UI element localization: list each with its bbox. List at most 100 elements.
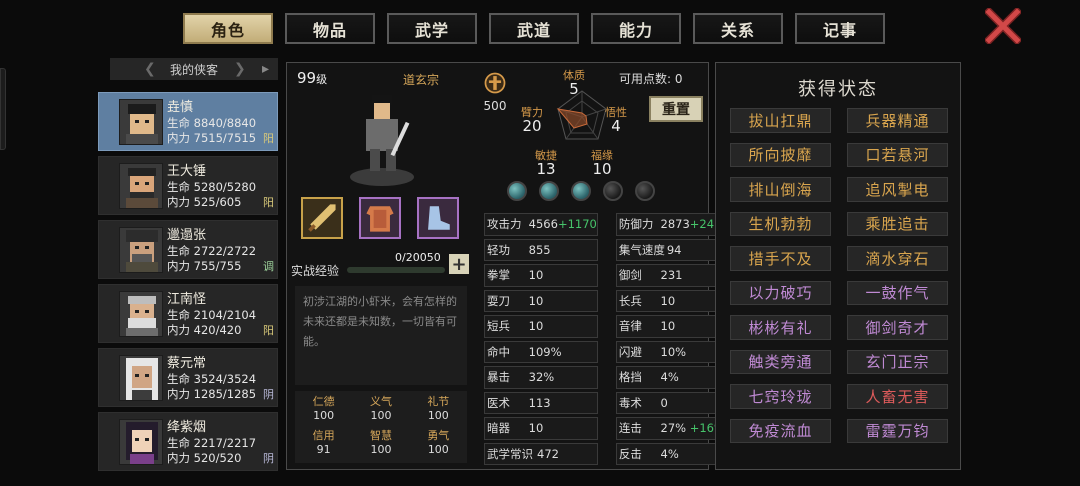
tab-items[interactable]: 物品 bbox=[285, 13, 375, 44]
chevron-right-icon[interactable]: ❯ bbox=[234, 61, 246, 77]
stat-hidden-weapon: 暗器 10 bbox=[484, 417, 598, 440]
status-item[interactable]: 乘胜追击 bbox=[847, 211, 948, 236]
weapon-slot[interactable] bbox=[301, 197, 343, 239]
status-item[interactable]: 玄门正宗 bbox=[847, 349, 948, 374]
status-item[interactable]: 雷霆万钧 bbox=[847, 418, 948, 443]
character-bio: 初涉江湖的小虾米，会有怎样的未来还都是未知数，一切皆有可能。 bbox=[295, 286, 467, 385]
tab-journal[interactable]: 记事 bbox=[795, 13, 885, 44]
hero-mp: 内力 420/420 bbox=[167, 323, 242, 337]
stat-medicine: 医术 113 bbox=[484, 391, 598, 414]
stat-fist: 拳掌 10 bbox=[484, 264, 598, 287]
virtue-item: 仁德 100 bbox=[312, 395, 335, 422]
status-item[interactable]: 御剑奇才 bbox=[847, 315, 948, 340]
status-item[interactable]: 排山倒海 bbox=[730, 177, 831, 202]
chevron-left-icon[interactable]: ❮ bbox=[144, 61, 156, 77]
close-icon[interactable] bbox=[985, 8, 1021, 44]
tab-character[interactable]: 角色 bbox=[183, 13, 273, 44]
orb-filled-icon bbox=[539, 181, 559, 201]
status-grid: 拔山扛鼎 兵器精通 所向披靡 口若悬河 排山倒海 追风掣电 生机勃勃 乘胜追击 … bbox=[730, 108, 948, 443]
exp-label: 实战经验 bbox=[291, 264, 340, 278]
virtue-item: 勇气 100 bbox=[427, 429, 450, 456]
status-item[interactable]: 一鼓作气 bbox=[847, 280, 948, 305]
hero-card[interactable]: 江南怪 生命 2104/2104 内力 420/420 阳 bbox=[98, 284, 278, 343]
hero-tag: 阳 bbox=[263, 196, 274, 209]
hero-portrait bbox=[119, 419, 163, 465]
status-item[interactable]: 拔山扛鼎 bbox=[730, 108, 831, 133]
hero-card[interactable]: 垚慎 生命 8840/8840 内力 7515/7515 阳 bbox=[98, 92, 278, 151]
character-sect: 道玄宗 bbox=[403, 73, 440, 87]
status-item[interactable]: 所向披靡 bbox=[730, 142, 831, 167]
hero-mp: 内力 7515/7515 bbox=[167, 131, 257, 145]
main-tabs: 角色 物品 武学 武道 能力 关系 记事 bbox=[183, 13, 885, 44]
hero-card[interactable]: 邋遢张 生命 2722/2722 内力 755/755 调 bbox=[98, 220, 278, 279]
hero-mp: 内力 520/520 bbox=[167, 451, 242, 465]
hero-hp: 生命 8840/8840 bbox=[167, 116, 257, 130]
fame-icon bbox=[484, 72, 506, 94]
hero-name: 绛紫烟 bbox=[167, 420, 207, 435]
expand-arrow-icon[interactable]: ▸ bbox=[262, 61, 269, 77]
tab-martial-arts[interactable]: 武学 bbox=[387, 13, 477, 44]
radar-attr-agility: 敏捷 13 bbox=[535, 149, 557, 178]
stat-polearm: 长兵 10 bbox=[615, 289, 726, 312]
status-item[interactable]: 以力破巧 bbox=[730, 280, 831, 305]
hero-tag: 阳 bbox=[263, 132, 274, 145]
sword-icon bbox=[308, 204, 336, 232]
status-item[interactable]: 人畜无害 bbox=[847, 384, 948, 409]
orb-empty-icon bbox=[603, 181, 623, 201]
stat-crit: 暴击 32% bbox=[484, 366, 598, 389]
hero-hp: 生命 2104/2104 bbox=[167, 308, 257, 322]
status-title: 获得状态 bbox=[798, 79, 878, 100]
hero-card[interactable]: 绛紫烟 生命 2217/2217 内力 520/520 阴 bbox=[98, 412, 278, 471]
hero-tag: 阴 bbox=[263, 452, 274, 465]
status-item[interactable]: 七窍玲珑 bbox=[730, 384, 831, 409]
orb-filled-icon bbox=[571, 181, 591, 201]
virtue-item: 义气 100 bbox=[369, 395, 392, 422]
tab-martial-way[interactable]: 武道 bbox=[489, 13, 579, 44]
virtue-grid: 仁德 100 义气 100 礼节 100 信用 91 智慧 100 勇气 100 bbox=[295, 391, 467, 463]
tab-relations[interactable]: 关系 bbox=[693, 13, 783, 44]
exp-add-button[interactable]: + bbox=[449, 254, 469, 275]
reset-button[interactable]: 重置 bbox=[649, 96, 703, 122]
hero-name: 垚慎 bbox=[167, 100, 194, 115]
hero-portrait bbox=[119, 355, 163, 401]
boots-icon bbox=[428, 206, 450, 230]
radar-attr-constitution: 体质 5 bbox=[563, 69, 585, 98]
hero-portrait bbox=[119, 291, 163, 337]
stat-dodge: 闪避 10% bbox=[615, 340, 726, 363]
stat-grid: 攻击力 4566 +1170 防御力 2873 +241 轻功 855 集气速度 94… bbox=[484, 213, 726, 465]
hero-mp: 内力 1285/1285 bbox=[167, 387, 257, 401]
armor-slot[interactable] bbox=[359, 197, 401, 239]
accessory-slot[interactable] bbox=[417, 197, 459, 239]
tab-abilities[interactable]: 能力 bbox=[591, 13, 681, 44]
status-item[interactable]: 彬彬有礼 bbox=[730, 315, 831, 340]
stat-music: 音律 10 bbox=[615, 315, 726, 338]
hero-tag: 调 bbox=[263, 260, 274, 273]
hero-name: 江南怪 bbox=[167, 292, 207, 307]
hero-hp: 生命 2722/2722 bbox=[167, 244, 257, 258]
character-figure bbox=[350, 95, 414, 186]
stat-combo: 连击 27% +16% bbox=[615, 417, 726, 440]
hero-name: 王大锤 bbox=[167, 164, 207, 179]
status-item[interactable]: 追风掣电 bbox=[847, 177, 948, 202]
hero-name: 邋遢张 bbox=[167, 228, 207, 243]
status-item[interactable]: 兵器精通 bbox=[847, 108, 948, 133]
radar-attr-fortune: 福缘 10 bbox=[591, 149, 613, 178]
status-item[interactable]: 滴水穿石 bbox=[847, 246, 948, 271]
status-item[interactable]: 免疫流血 bbox=[730, 418, 831, 443]
hero-card[interactable]: 王大锤 生命 5280/5280 内力 525/605 阳 bbox=[98, 156, 278, 215]
stat-martial-knowledge: 武学常识 472 bbox=[484, 442, 598, 465]
status-item[interactable]: 触类旁通 bbox=[730, 349, 831, 374]
fame-value: 500 bbox=[483, 99, 507, 113]
status-item[interactable]: 生机勃勃 bbox=[730, 211, 831, 236]
status-item[interactable]: 口若悬河 bbox=[847, 142, 948, 167]
virtue-item: 智慧 100 bbox=[369, 429, 392, 456]
hero-portrait bbox=[119, 99, 163, 145]
hero-mp: 内力 755/755 bbox=[167, 259, 242, 273]
stat-attack: 攻击力 4566 +1170 bbox=[484, 213, 598, 236]
stat-blade: 耍刀 10 bbox=[484, 289, 598, 312]
status-item[interactable]: 措手不及 bbox=[730, 246, 831, 271]
stat-qi-speed: 集气速度 94 bbox=[615, 238, 726, 261]
exp-bar bbox=[347, 267, 445, 273]
fame-badge: 500 bbox=[480, 71, 510, 113]
hero-card[interactable]: 蔡元常 生命 3524/3524 内力 1285/1285 阴 bbox=[98, 348, 278, 407]
